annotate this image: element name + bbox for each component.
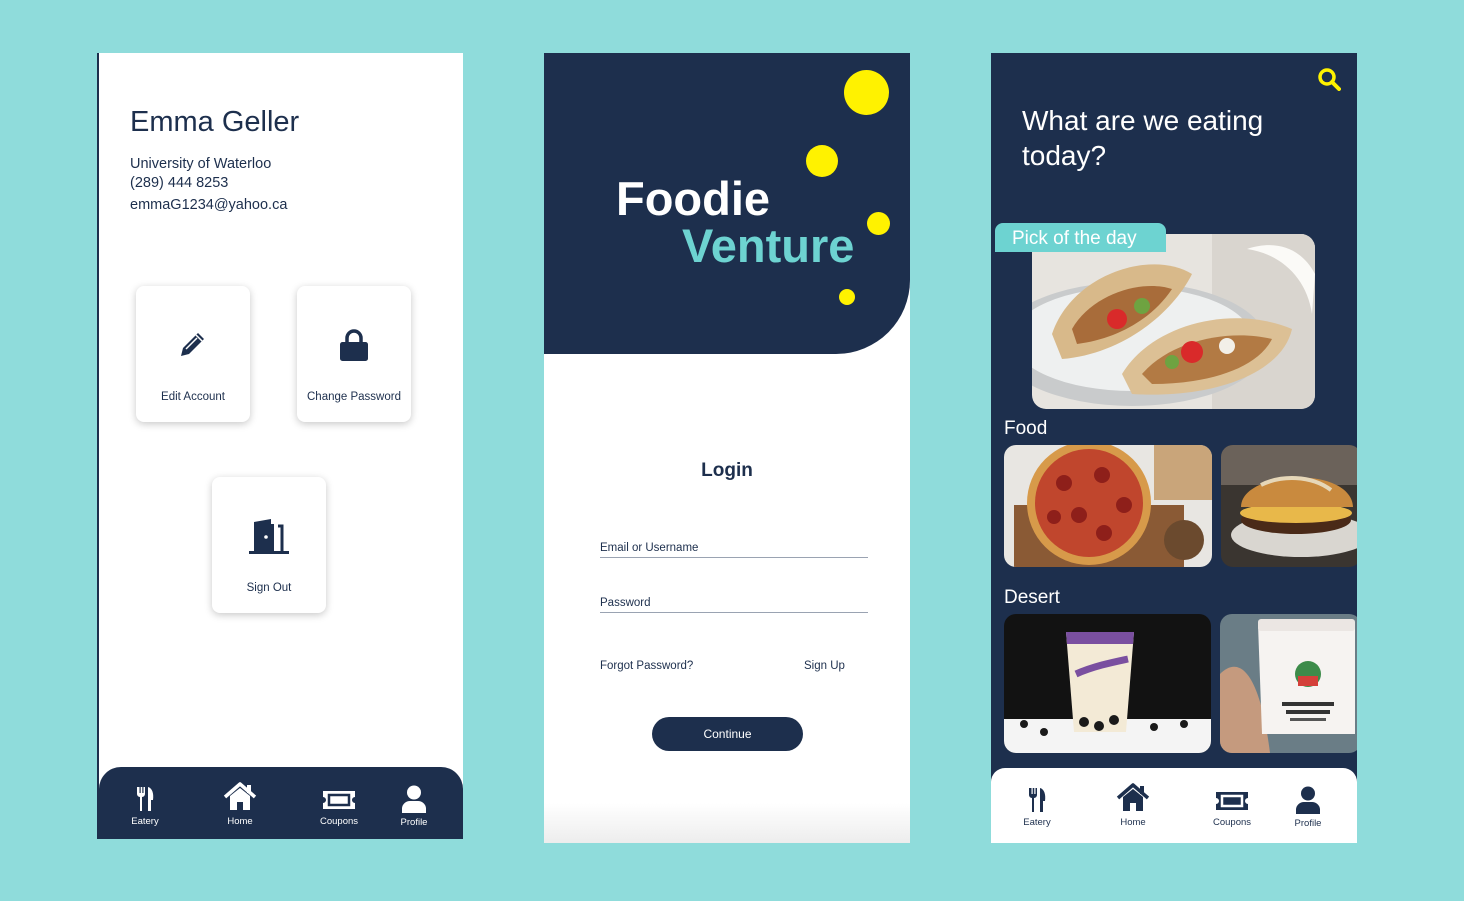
person-icon <box>402 785 426 813</box>
bottom-fade <box>544 803 910 843</box>
door-icon <box>249 519 289 554</box>
email-field[interactable]: Email or Username <box>600 542 868 558</box>
brand-header: Foodie Venture <box>544 53 910 354</box>
tab-profile[interactable]: Profile <box>379 785 449 828</box>
lock-icon <box>340 329 368 361</box>
burger-image[interactable] <box>1221 445 1357 567</box>
tab-profile[interactable]: Profile <box>1273 786 1343 829</box>
fork-knife-icon <box>137 787 154 811</box>
tab-eatery-label: Eatery <box>1023 817 1051 828</box>
profile-phone: (289) 444 8253 <box>130 175 229 191</box>
yellow-dot <box>839 289 855 305</box>
password-field[interactable]: Password <box>600 597 868 613</box>
person-icon <box>1296 786 1320 814</box>
forgot-password-link[interactable]: Forgot Password? <box>600 660 693 672</box>
brand-venture: Venture <box>682 219 855 272</box>
tab-eatery[interactable]: Eatery <box>1002 787 1072 828</box>
home-question: What are we eating today? <box>1022 105 1264 171</box>
tab-profile-label: Profile <box>1294 818 1322 829</box>
tab-home[interactable]: Home <box>205 782 275 827</box>
tab-coupons[interactable]: Coupons <box>304 788 374 827</box>
pick-of-day-tag: Pick of the day <box>995 223 1166 252</box>
ticket-icon <box>1216 792 1248 810</box>
home-icon <box>1116 783 1150 811</box>
ticket-icon <box>323 791 355 809</box>
tab-home-label: Home <box>1120 817 1146 828</box>
sign-out-button[interactable]: Sign Out <box>212 477 326 613</box>
fork-knife-icon <box>1029 788 1046 812</box>
profile-screen: Emma Geller University of Waterloo (289)… <box>97 53 463 839</box>
tab-home[interactable]: Home <box>1098 783 1168 828</box>
search-icon[interactable] <box>1317 67 1341 91</box>
edit-account-button[interactable]: Edit Account <box>136 286 250 422</box>
profile-school: University of Waterloo <box>130 156 272 172</box>
tab-home-label: Home <box>227 816 253 827</box>
pizza-image[interactable] <box>1004 445 1212 567</box>
tab-coupons[interactable]: Coupons <box>1197 789 1267 828</box>
email-field-label: Email or Username <box>600 542 699 554</box>
sign-up-link[interactable]: Sign Up <box>804 660 845 672</box>
tab-eatery[interactable]: Eatery <box>110 786 180 827</box>
pick-of-day-image[interactable] <box>1032 234 1315 409</box>
tab-profile-label: Profile <box>400 817 428 828</box>
sign-out-label: Sign Out <box>246 582 292 594</box>
food-section-title: Food <box>1004 418 1048 439</box>
bubble-tea-image[interactable] <box>1004 614 1211 753</box>
yellow-dot <box>867 212 890 235</box>
login-screen: Foodie Venture Login Email or Username P… <box>544 53 910 843</box>
profile-email: emmaG1234@yahoo.ca <box>130 197 288 213</box>
tab-coupons-label: Coupons <box>1212 817 1252 828</box>
bottom-tab-bar: Eatery Home Coupons Profile <box>99 767 463 839</box>
yellow-dot <box>844 70 889 115</box>
home-screen: What are we eating today? Pick of the da… <box>991 53 1357 843</box>
password-field-label: Password <box>600 597 651 609</box>
change-password-label: Change Password <box>307 391 401 403</box>
profile-name: Emma Geller <box>130 106 300 138</box>
home-icon <box>223 782 257 810</box>
tab-eatery-label: Eatery <box>131 816 159 827</box>
yellow-dot <box>806 145 838 177</box>
desert-section-title: Desert <box>1004 587 1060 608</box>
continue-button[interactable]: Continue <box>652 717 803 751</box>
gelato-image[interactable] <box>1220 614 1357 753</box>
pencil-icon <box>181 333 204 356</box>
login-title: Login <box>701 460 753 481</box>
edit-account-label: Edit Account <box>161 391 225 403</box>
bottom-tab-bar: Eatery Home Coupons Profile <box>991 768 1357 843</box>
tab-coupons-label: Coupons <box>319 816 359 827</box>
change-password-button[interactable]: Change Password <box>297 286 411 422</box>
